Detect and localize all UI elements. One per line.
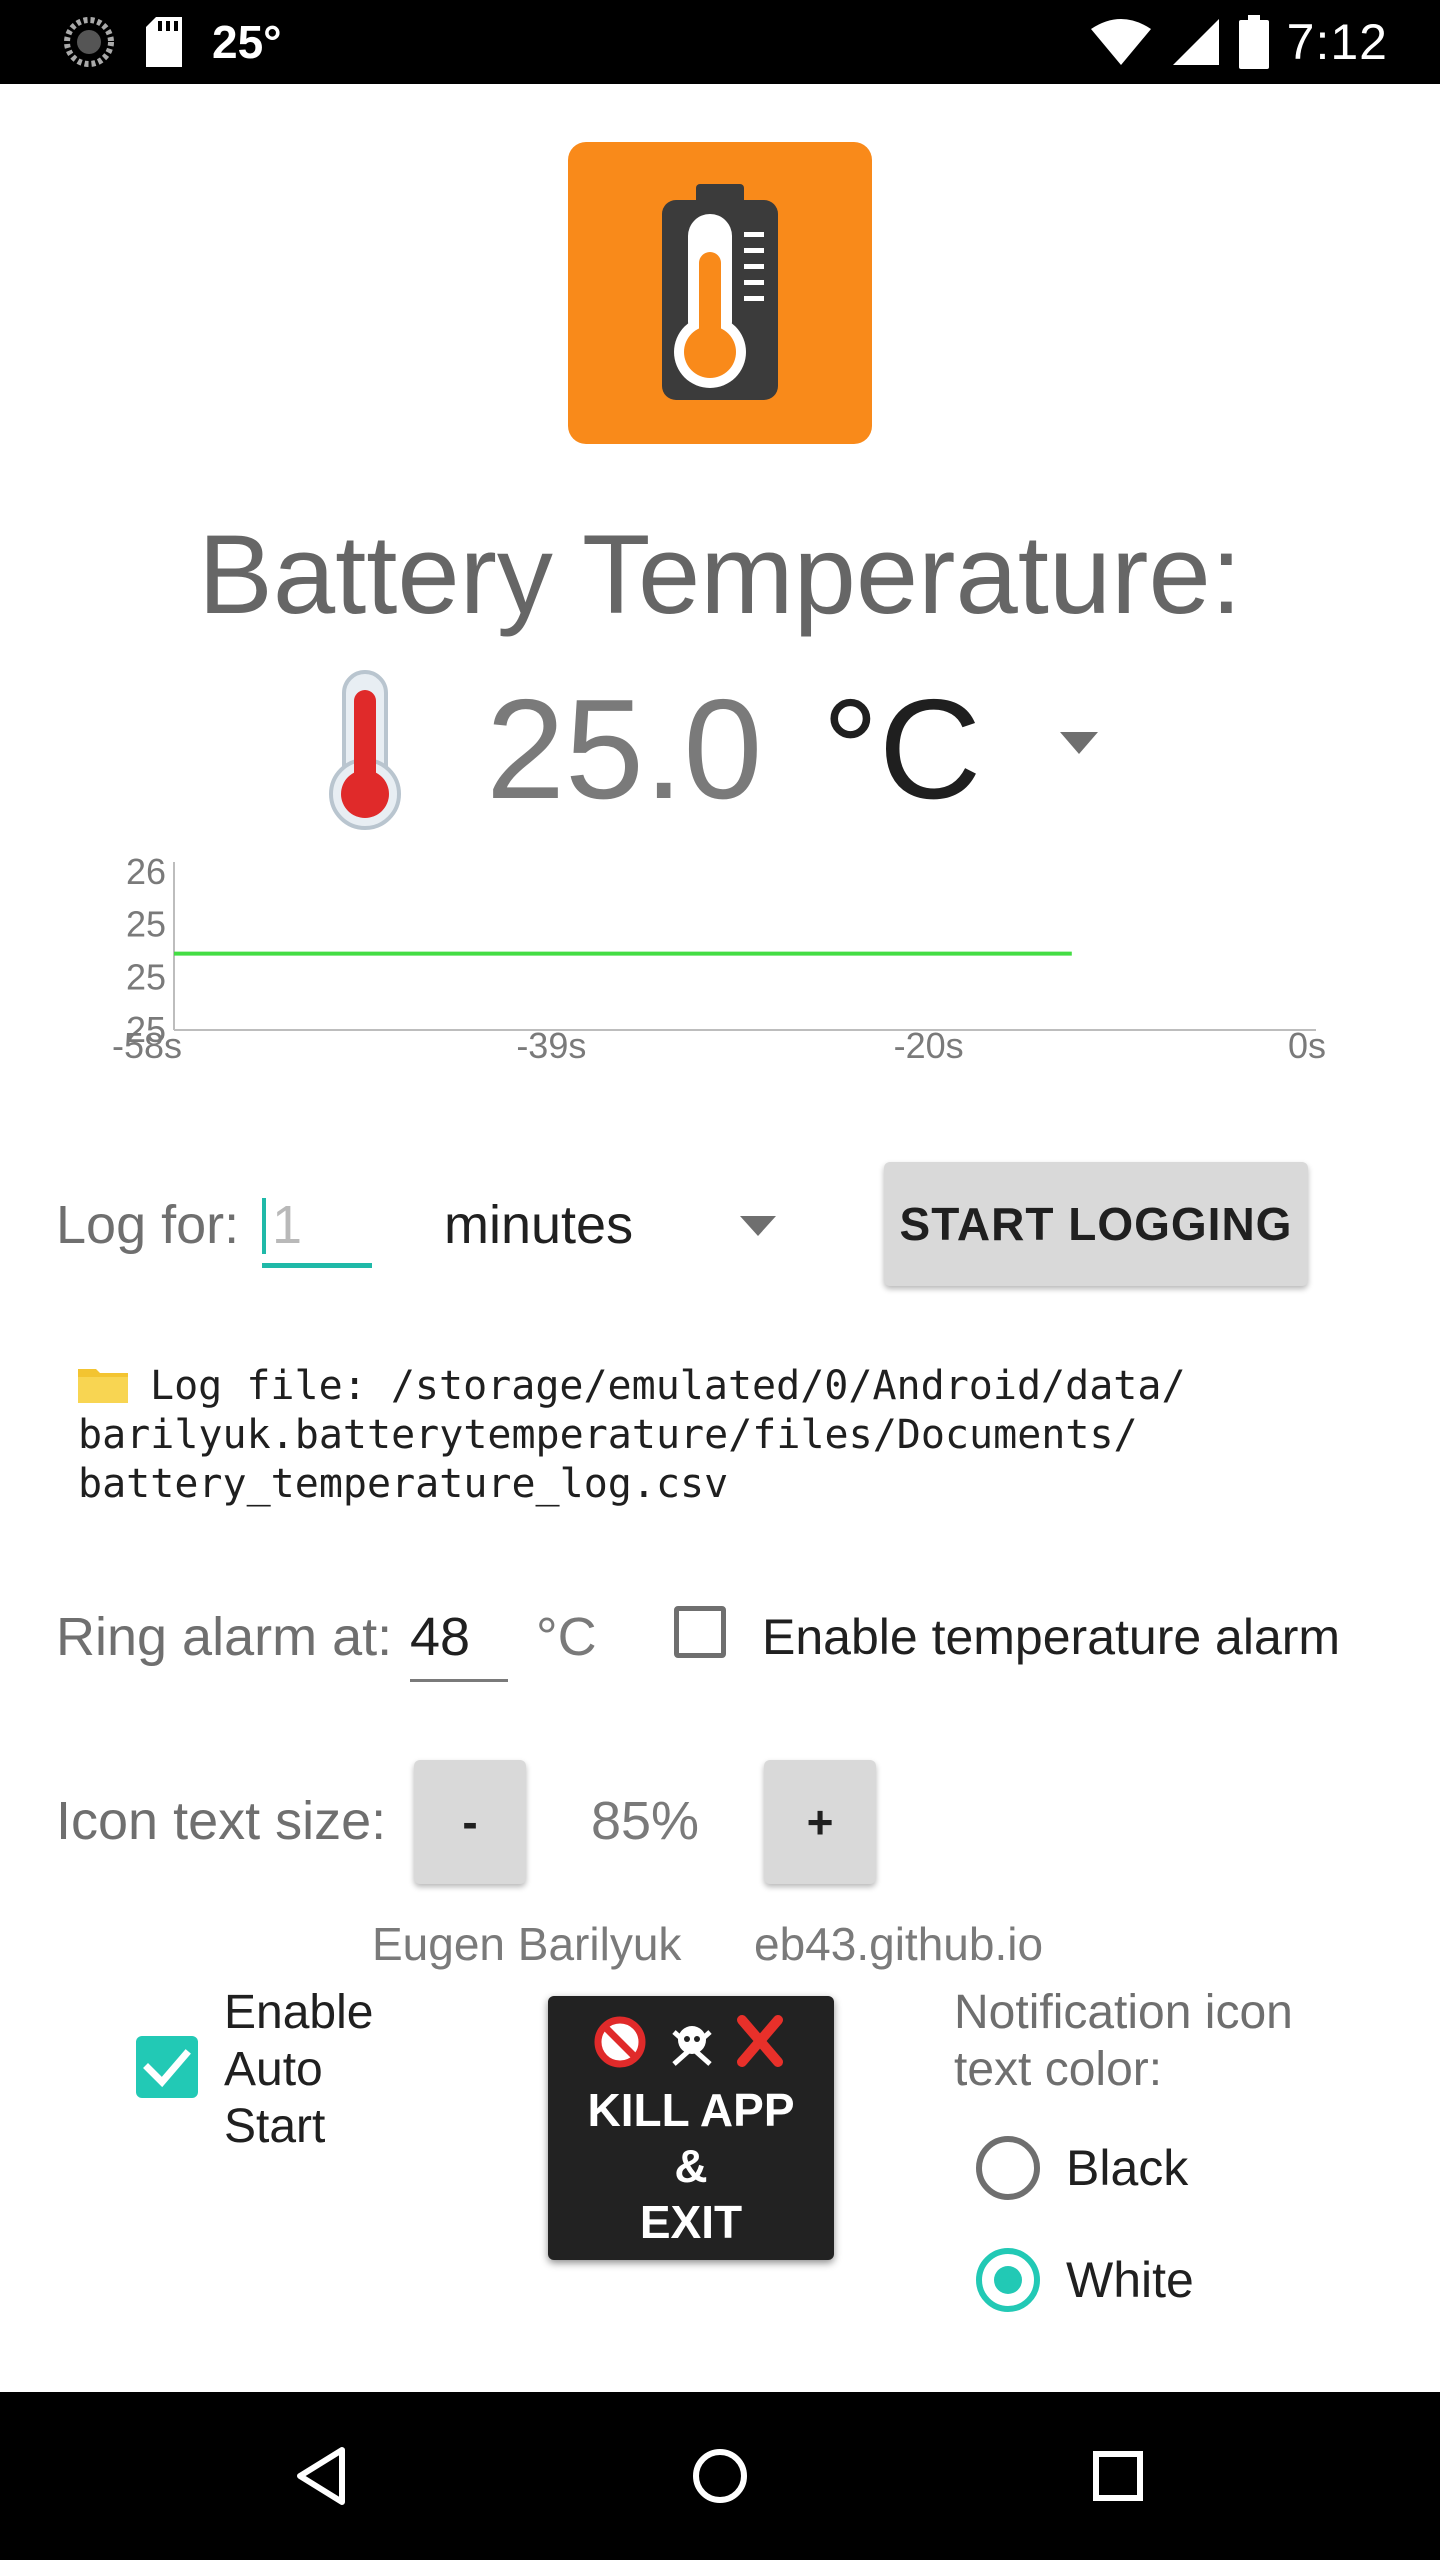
text-caret [262,1198,266,1254]
skull-crossbones-icon [672,2026,712,2066]
alarm-unit: °C [536,1607,597,1667]
kill-app-emojis [594,2015,783,2068]
dropdown-arrow-icon[interactable] [1060,732,1098,756]
log-file-line-3: battery_temperature_log.csv [78,1461,729,1507]
clock-icon [64,17,114,67]
chart-y-tick-label: 25 [126,956,166,997]
log-file-line-1: Log file: /storage/emulated/0/Android/da… [150,1363,1186,1409]
recents-icon[interactable] [1078,2436,1158,2516]
chart-y-tick-label: 25 [126,904,166,945]
log-duration-value: 1 [272,1195,303,1255]
home-icon[interactable] [680,2436,760,2516]
icon-text-size-label: Icon text size: [56,1791,387,1851]
no-entry-icon [594,2016,646,2068]
auto-start-label[interactable]: Enable Auto Start [224,1984,373,2155]
website-link[interactable]: eb43.github.io [754,1914,1043,1974]
chevron-down-icon [740,1216,776,1236]
chart-y-tick-label: 26 [126,851,166,892]
log-for-label: Log for: [56,1195,240,1255]
temperature-unit[interactable]: °C [822,670,981,830]
decrease-size-button[interactable]: - [414,1760,526,1884]
radio-black[interactable] [976,2136,1040,2200]
radio-white[interactable] [976,2248,1040,2312]
temperature-alarm-label[interactable]: Enable temperature alarm [762,1602,1340,1672]
kill-app-button[interactable]: KILL APP & EXIT [548,1996,834,2260]
temperature-alarm-checkbox[interactable] [674,1606,726,1658]
cross-mark-icon [737,2015,783,2067]
wifi-icon [1090,19,1151,65]
page-title: Battery Temperature: [198,512,1242,637]
chart-x-tick-label: -20s [894,1025,964,1066]
status-time: 7:12 [1286,14,1388,70]
log-file-line-2: barilyuk.batterytemperature/files/Docume… [78,1412,1138,1458]
app-logo [568,142,872,444]
navigation-bar [0,2392,1440,2560]
status-temperature: 25° [212,16,282,68]
log-file-path: Log file: /storage/emulated/0/Android/da… [78,1362,1398,1509]
cell-signal-icon [1172,19,1219,65]
thermometer-icon [329,670,401,830]
battery-icon [1238,15,1269,69]
kill-app-line-1: KILL APP [587,2084,795,2136]
temperature-value: 25.0 [486,670,763,829]
author-name: Eugen Barilyuk [372,1918,682,1970]
notification-color-label: Notification icon text color: [954,1986,1293,2096]
chart-x-tick-label: -58s [112,1025,182,1066]
sd-card-icon [146,17,182,67]
kill-app-line-2: & [674,2140,708,2192]
log-duration-input[interactable]: 1 [262,1190,372,1268]
chart-x-tick-label: 0s [1288,1025,1326,1066]
radio-white-label[interactable]: White [1066,2248,1194,2312]
ring-alarm-label: Ring alarm at: [56,1607,393,1667]
alarm-temperature-input[interactable]: 48 [410,1602,508,1682]
back-icon[interactable] [282,2436,362,2516]
status-bar: 25° 7:12 [0,0,1440,84]
increase-size-button[interactable]: + [764,1760,876,1884]
radio-black-label[interactable]: Black [1066,2136,1188,2200]
auto-start-checkbox[interactable] [136,2036,198,2098]
battery-thermometer-icon [662,184,778,400]
chart-x-tick-label: -39s [516,1025,586,1066]
temperature-chart: 26252525-58s -39s -20s 0s [112,851,1326,1066]
checkmark-icon [143,2049,191,2088]
log-units-dropdown[interactable]: minutes [444,1190,784,1260]
icon-text-size-value: 85% [590,1791,700,1851]
folder-icon [78,1365,128,1403]
log-units-value: minutes [444,1195,634,1255]
start-logging-button[interactable]: START LOGGING [884,1162,1308,1286]
kill-app-line-3: EXIT [639,2196,743,2248]
